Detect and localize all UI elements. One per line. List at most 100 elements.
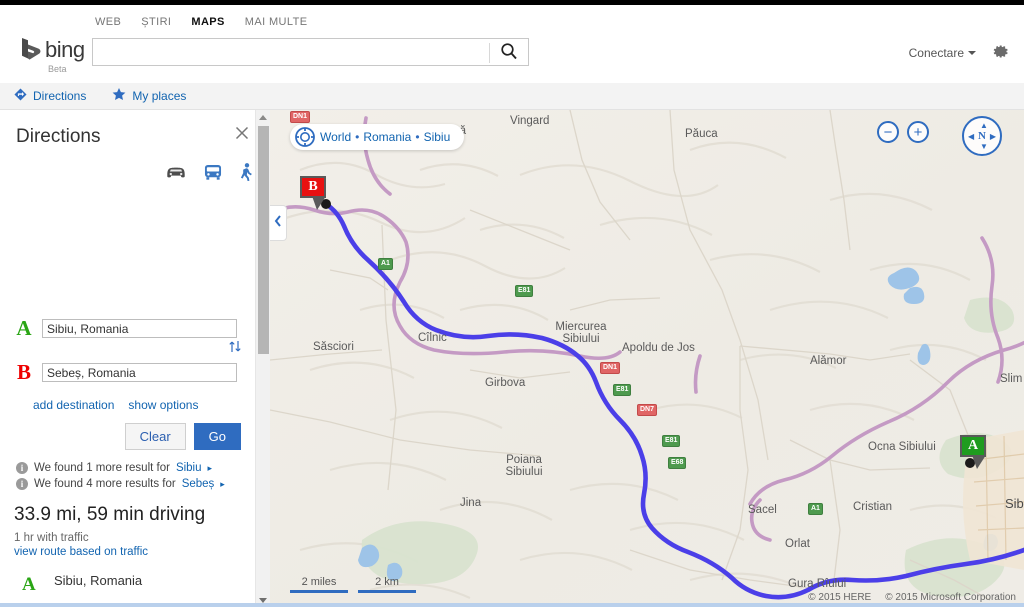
breadcrumb-sibiu[interactable]: Sibiu — [424, 130, 451, 144]
bing-logo-text: bing — [45, 37, 85, 62]
search-button[interactable] — [490, 39, 528, 65]
map-shield-e81-3: E81 — [662, 435, 681, 447]
waypoint-a: A — [14, 316, 237, 341]
waypoint-links: add destination show options — [33, 398, 198, 412]
compass-down-icon[interactable]: ▼ — [980, 143, 988, 151]
scope-stiri[interactable]: ȘTIRI — [141, 16, 171, 28]
notice-text: We found 4 more results for — [34, 478, 176, 490]
map-label-orlat: Orlat — [785, 538, 810, 550]
sign-in-label: Conectare — [908, 46, 964, 60]
scale-km: 2 km — [358, 576, 416, 593]
scale-miles: 2 miles — [290, 576, 348, 593]
compass-left-icon[interactable]: ◀ — [968, 133, 974, 141]
step-content: Sibiu, Romania — [54, 572, 142, 596]
waypoint-b-input[interactable] — [42, 363, 237, 382]
sign-in-menu[interactable]: Conectare — [909, 46, 976, 60]
map-copyright: © 2015 HERE © 2015 Microsoft Corporation — [808, 592, 1016, 603]
close-panel-button[interactable] — [233, 124, 253, 144]
my-places-button[interactable]: My places — [112, 88, 186, 104]
map-label-sibiu: Sib — [1005, 496, 1024, 511]
collapse-panel-button[interactable] — [270, 205, 287, 241]
my-places-label: My places — [132, 89, 187, 103]
route-step-origin[interactable]: A Sibiu, Romania — [0, 572, 262, 596]
zoom-out-button[interactable]: − — [877, 121, 899, 143]
map-label-pauca: Păuca — [685, 128, 718, 140]
map-marker-b[interactable]: B — [300, 176, 326, 198]
notice-sibiu[interactable]: i We found 1 more result for Sibiu ▸ — [16, 462, 225, 474]
compass-up-icon[interactable]: ▲ — [980, 122, 988, 130]
bottom-strip — [0, 603, 1024, 607]
star-icon — [112, 88, 126, 104]
route-summary-traffic: 1 hr with traffic — [14, 532, 89, 544]
scope-web[interactable]: WEB — [95, 16, 121, 28]
directions-panel: Directions A Sibiu, Romania B Sebeș, Rom… — [0, 110, 270, 607]
clear-button[interactable]: Clear — [124, 423, 186, 450]
bing-logo-mark-icon — [20, 37, 42, 63]
map-marker-a-tail — [972, 455, 986, 469]
go-button[interactable]: Go — [193, 423, 241, 450]
panel-scrollbar[interactable] — [255, 110, 270, 607]
view-traffic-route-link[interactable]: view route based on traffic — [14, 546, 205, 558]
map-shield-e81: E81 — [515, 285, 534, 297]
route-steps-list: A Sibiu, Romania Depart toward E68 / E81… — [0, 572, 262, 607]
scrollbar-thumb[interactable] — [258, 126, 269, 354]
show-options-link[interactable]: show options — [128, 398, 198, 412]
zoom-in-button[interactable]: + — [907, 121, 929, 143]
swap-waypoints-button[interactable] — [228, 340, 242, 356]
search-input[interactable] — [93, 39, 504, 65]
map-label-alamor: Alămor — [810, 355, 847, 367]
map-shield-a1-2: A1 — [808, 503, 823, 515]
travel-mode-walk[interactable] — [239, 163, 253, 186]
bing-logo[interactable]: bing Beta — [20, 37, 90, 77]
map-shield-dn1-2: DN1 — [290, 111, 311, 123]
directions-toggle[interactable]: Directions — [14, 88, 86, 104]
map-label-gura-riului: Gura Rîului — [788, 578, 847, 590]
scale-km-label: 2 km — [375, 576, 399, 588]
scroll-up-button[interactable] — [256, 110, 270, 124]
arrow-down-icon — [259, 597, 267, 603]
directions-toggle-label: Directions — [33, 89, 87, 103]
breadcrumb-world[interactable]: World — [320, 130, 351, 144]
map-label-poiana-sibiului: Poiana Sibiului — [505, 454, 543, 478]
compass-control[interactable]: N ▲ ▼ ◀ ▶ — [962, 116, 1002, 156]
travel-mode-transit[interactable] — [203, 164, 223, 186]
scale-miles-label: 2 miles — [301, 576, 337, 588]
breadcrumb-separator: • — [355, 130, 360, 144]
notice-link[interactable]: Sibiu — [176, 462, 202, 474]
map-shield-a1: A1 — [378, 258, 393, 270]
bing-logo-beta: Beta — [48, 64, 67, 74]
notice-link[interactable]: Sebeș — [182, 478, 215, 490]
settings-button[interactable] — [993, 43, 1010, 65]
search-box — [92, 38, 529, 66]
map-marker-a[interactable]: A — [960, 435, 986, 457]
scale-miles-line — [290, 590, 348, 593]
breadcrumb-separator: • — [415, 130, 420, 144]
route-summary: 33.9 mi, 59 min driving 1 hr with traffi… — [14, 504, 205, 558]
scope-mai-multe[interactable]: MAI MULTE — [245, 16, 308, 28]
info-icon: i — [16, 478, 28, 490]
route-summary-main: 33.9 mi, 59 min driving — [14, 504, 206, 525]
travel-mode-drive[interactable] — [165, 164, 187, 185]
gear-icon — [993, 45, 1010, 64]
bing-maps-page: WEB ȘTIRI MAPS MAI MULTE bing Beta Conec… — [0, 0, 1024, 607]
map-label-sacel: Sacel — [748, 504, 777, 516]
notice-sebes[interactable]: i We found 4 more results for Sebeș ▸ — [16, 478, 225, 490]
map-canvas[interactable] — [270, 110, 1024, 607]
waypoint-b: B — [14, 360, 237, 385]
map-scale-bar: 2 miles 2 km — [290, 576, 416, 593]
directions-buttons: Clear Go — [124, 423, 241, 450]
map-label-ocna-sibiului: Ocna Sibiului — [868, 441, 936, 453]
compass-right-icon[interactable]: ▶ — [990, 133, 996, 141]
waypoint-a-input[interactable] — [42, 319, 237, 338]
scope-maps[interactable]: MAPS — [191, 16, 224, 28]
chevron-down-icon — [968, 51, 976, 55]
map-viewport[interactable]: Vingard Păuca Alămor Slim Ocna Sibiului … — [270, 110, 1024, 607]
breadcrumb: World • Romania • Sibiu — [290, 124, 465, 150]
copyright-here: © 2015 HERE — [808, 592, 872, 603]
map-label-apoldu-de-jos: Apoldu de Jos — [622, 342, 695, 354]
chevron-left-icon — [274, 214, 282, 232]
add-destination-link[interactable]: add destination — [33, 398, 114, 412]
map-shield-e68: E68 — [668, 457, 687, 469]
map-label-cilnic: Cîlnic — [418, 332, 447, 344]
breadcrumb-romania[interactable]: Romania — [363, 130, 411, 144]
